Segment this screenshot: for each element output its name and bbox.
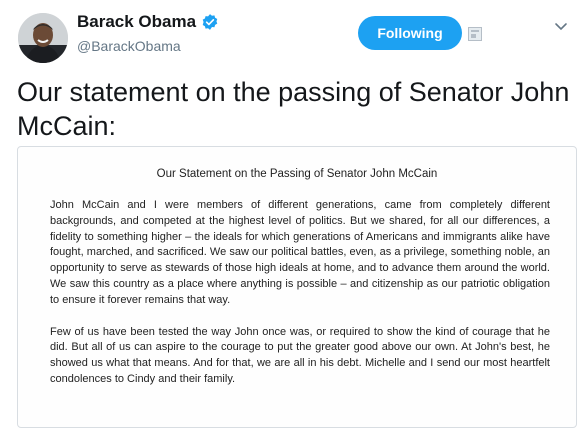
- statement-paragraph-2: Few of us have been tested the way John …: [50, 325, 550, 385]
- tweetdeck-icon[interactable]: [468, 27, 482, 41]
- author-handle[interactable]: @BarackObama: [77, 38, 181, 54]
- statement-body: John McCain and I were members of differ…: [50, 198, 550, 404]
- statement-title: Our Statement on the Passing of Senator …: [156, 168, 438, 180]
- statement-image[interactable]: Our Statement on the Passing of Senator …: [17, 146, 577, 428]
- tweet-text: Our statement on the passing of Senator …: [17, 77, 570, 141]
- statement-paragraph-1: John McCain and I were members of differ…: [50, 199, 550, 306]
- following-button[interactable]: Following: [358, 16, 462, 50]
- avatar[interactable]: [18, 13, 68, 63]
- chevron-down-icon[interactable]: [554, 22, 568, 32]
- verified-badge-icon: [202, 14, 218, 30]
- author-name-row: Barack Obama: [77, 12, 219, 32]
- avatar-photo: [18, 13, 68, 63]
- author-name[interactable]: Barack Obama: [77, 12, 196, 32]
